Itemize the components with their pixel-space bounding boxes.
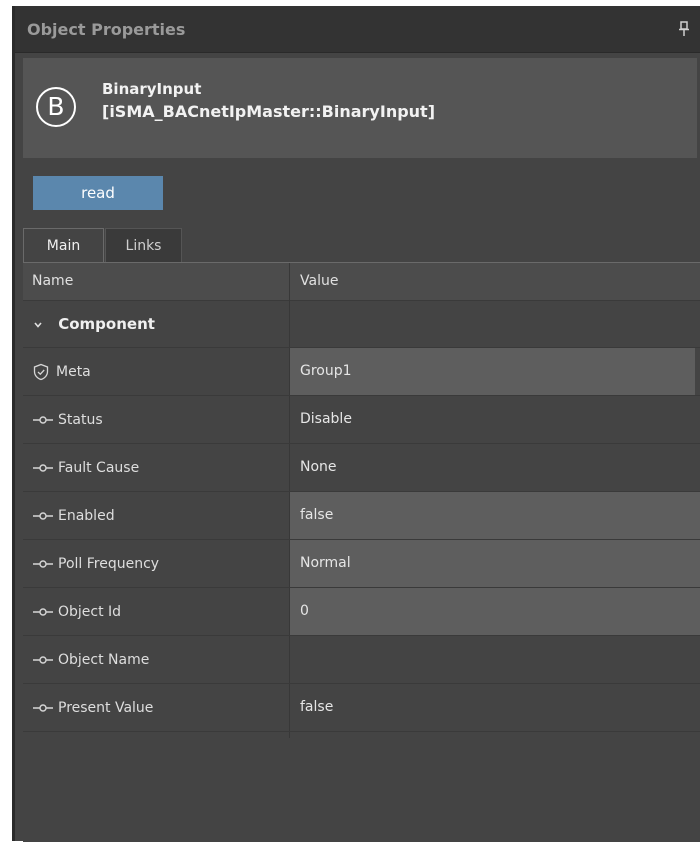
property-name: Enabled [58, 508, 115, 524]
shield-icon [33, 363, 49, 381]
chevron-down-icon[interactable] [33, 320, 43, 330]
group-row-component[interactable]: Component [23, 300, 700, 348]
property-grid: Name Value Component Meta Group1 Status … [23, 262, 700, 842]
slot-icon [33, 656, 53, 664]
slot-icon [33, 704, 53, 712]
pin-icon[interactable] [678, 21, 690, 37]
slot-icon [33, 560, 53, 568]
slot-icon [33, 416, 53, 424]
property-name: Object Id [58, 604, 122, 620]
table-row[interactable]: Fault Cause None [23, 444, 700, 492]
slot-icon [33, 512, 53, 520]
property-name-cell: Present Value [32, 684, 153, 732]
property-name: Status [58, 412, 103, 428]
object-name: BinaryInput [102, 80, 202, 98]
panel-title: Object Properties [27, 20, 186, 39]
slot-icon [33, 608, 53, 616]
name-column-header[interactable]: Name [32, 263, 73, 300]
property-name-cell: Status [32, 396, 103, 444]
table-row[interactable]: Enabled false [23, 492, 700, 540]
object-summary: B BinaryInput [iSMA_BACnetIpMaster::Bina… [23, 58, 697, 158]
property-name-cell: Enabled [32, 492, 115, 540]
group-label: Component [58, 315, 155, 333]
table-row[interactable]: Object Name [23, 636, 700, 684]
table-row[interactable]: Status Disable [23, 396, 700, 444]
tab-links[interactable]: Links [105, 228, 182, 262]
read-button[interactable]: read [33, 176, 163, 210]
slot-icon [33, 464, 53, 472]
object-id-value-field[interactable]: 0 [290, 588, 700, 635]
poll-frequency-value-field[interactable]: Normal [290, 540, 700, 587]
property-name-cell: Poll Frequency [32, 540, 159, 588]
present-value-value: false [300, 699, 334, 715]
property-name: Poll Frequency [58, 556, 160, 572]
property-name: Present Value [58, 700, 154, 716]
table-row[interactable]: Object Id 0 [23, 588, 700, 636]
object-properties-panel: Object Properties B BinaryInput [iSMA_BA… [12, 6, 700, 842]
meta-value-field[interactable]: Group1 [290, 348, 695, 395]
table-row[interactable]: Meta Group1 [23, 348, 700, 396]
property-name-cell: Fault Cause [32, 444, 139, 492]
enabled-value-field[interactable]: false [290, 492, 700, 539]
table-row[interactable]: Present Value false [23, 684, 700, 732]
object-type: [iSMA_BACnetIpMaster::BinaryInput] [102, 102, 436, 121]
fault-cause-value: None [300, 459, 337, 475]
property-name-cell: Meta [32, 348, 91, 396]
property-name-cell: Object Id [32, 588, 121, 636]
binary-object-icon: B [36, 87, 76, 127]
property-name: Meta [56, 364, 91, 380]
grid-header: Name Value [23, 263, 700, 301]
panel-header: Object Properties [15, 6, 700, 53]
value-column-header[interactable]: Value [300, 263, 338, 300]
tab-main[interactable]: Main [23, 228, 104, 262]
group-header: Component [33, 300, 155, 348]
property-name: Fault Cause [58, 460, 140, 476]
property-name-cell: Object Name [32, 636, 149, 684]
property-name: Object Name [58, 652, 150, 668]
status-value: Disable [300, 411, 352, 427]
object-name-value [290, 636, 695, 683]
table-row[interactable]: Poll Frequency Normal [23, 540, 700, 588]
